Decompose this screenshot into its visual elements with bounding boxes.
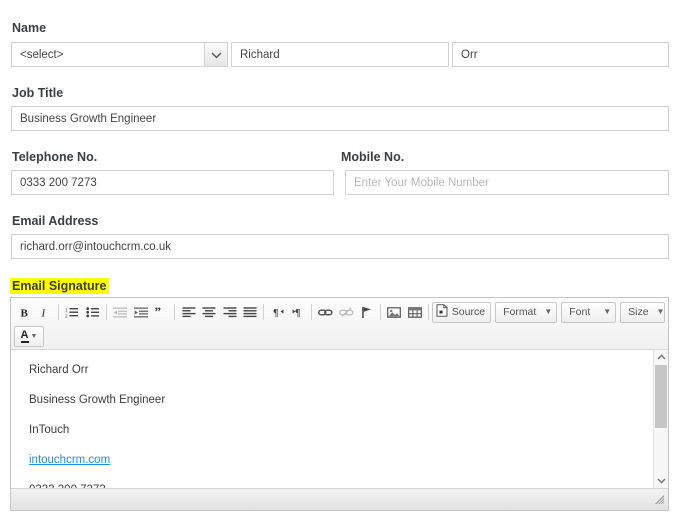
chevron-up-icon[interactable] <box>654 350 668 365</box>
svg-text:2: 2 <box>65 313 68 318</box>
last-name-input[interactable] <box>452 42 669 67</box>
signature-line: intouchcrm.com <box>29 454 653 467</box>
numbered-list-icon[interactable]: 1 2 <box>62 302 83 322</box>
telephone-label: Telephone No. <box>12 150 98 164</box>
editor-status-bar <box>11 488 668 510</box>
email-address-input[interactable] <box>11 234 669 259</box>
table-icon[interactable] <box>404 302 425 322</box>
job-title-label: Job Title <box>12 86 64 100</box>
svg-text:I: I <box>41 307 47 319</box>
mobile-input[interactable] <box>345 170 669 195</box>
editor-vertical-scrollbar[interactable] <box>653 350 668 488</box>
telephone-input[interactable] <box>11 170 334 195</box>
unlink-icon[interactable] <box>336 302 357 322</box>
chevron-down-icon[interactable] <box>204 43 227 66</box>
text-direction-ltr-icon[interactable]: ¶ <box>267 302 288 322</box>
signature-line: Business Growth Engineer <box>29 394 166 406</box>
format-dropdown-label: Format <box>503 306 537 318</box>
anchor-icon[interactable] <box>356 302 377 322</box>
svg-text:¶: ¶ <box>295 308 300 319</box>
format-dropdown[interactable]: Format ▼ <box>495 301 558 323</box>
signature-website-link[interactable]: intouchcrm.com <box>29 454 110 466</box>
editor-body: Richard Orr Business Growth Engineer InT… <box>11 350 668 488</box>
email-signature-label: Email Signature <box>10 278 110 294</box>
toolbar-separator <box>427 304 429 320</box>
scrollbar-thumb[interactable] <box>655 365 667 428</box>
first-name-input[interactable] <box>231 42 449 67</box>
svg-text:”: ” <box>155 306 162 319</box>
toolbar-separator <box>263 304 265 320</box>
signature-rich-text-editor: B I 1 2 ” ¶ ¶ ◉ Source Format ▼ Font ▼ S… <box>10 297 669 511</box>
chevron-down-icon: ▼ <box>544 307 553 316</box>
name-label: Name <box>12 21 47 35</box>
font-dropdown[interactable]: Font ▼ <box>561 301 617 323</box>
italic-icon[interactable]: I <box>35 302 56 322</box>
svg-text:¶: ¶ <box>273 308 278 319</box>
size-dropdown-label: Size <box>628 306 649 318</box>
toolbar-row-secondary: A ▼ <box>14 325 665 347</box>
align-center-icon[interactable] <box>199 302 220 322</box>
title-select-value: <select> <box>20 48 64 61</box>
mobile-label: Mobile No. <box>341 150 405 164</box>
justify-icon[interactable] <box>240 302 261 322</box>
title-select[interactable]: <select> <box>11 42 228 67</box>
svg-text:◉: ◉ <box>438 309 443 315</box>
toolbar-separator <box>105 304 107 320</box>
job-title-input[interactable] <box>11 106 669 131</box>
text-color-button-label: A <box>20 328 29 343</box>
toolbar-separator <box>379 304 381 320</box>
source-icon: ◉ <box>436 304 448 320</box>
source-button-label: Source <box>451 306 486 318</box>
link-icon[interactable] <box>315 302 336 322</box>
text-direction-rtl-icon[interactable]: ¶ <box>288 302 309 322</box>
outdent-icon[interactable] <box>110 302 131 322</box>
signature-line: Richard Orr <box>29 364 89 376</box>
svg-text:B: B <box>20 307 28 319</box>
bold-icon[interactable]: B <box>14 302 35 322</box>
profile-settings-form: Name <select> Job Title Telephone No. Mo… <box>0 0 680 521</box>
chevron-down-icon: ▼ <box>603 307 612 316</box>
blockquote-icon[interactable]: ” <box>151 302 172 322</box>
text-color-button[interactable]: A ▼ <box>14 325 44 347</box>
editor-toolbar: B I 1 2 ” ¶ ¶ ◉ Source Format ▼ Font ▼ S… <box>11 298 668 350</box>
indent-icon[interactable] <box>130 302 151 322</box>
align-right-icon[interactable] <box>219 302 240 322</box>
signature-line: InTouch <box>29 424 70 436</box>
toolbar-row-primary: B I 1 2 ” ¶ ¶ ◉ Source Format ▼ Font ▼ S… <box>14 301 666 323</box>
toolbar-separator <box>58 304 59 320</box>
source-button[interactable]: ◉ Source <box>431 301 492 323</box>
chevron-down-icon: ▼ <box>30 332 38 340</box>
scrollbar-track[interactable] <box>654 365 668 473</box>
chevron-down-icon[interactable] <box>654 473 668 488</box>
chevron-down-icon: ▼ <box>656 307 665 316</box>
align-left-icon[interactable] <box>178 302 199 322</box>
size-dropdown[interactable]: Size ▼ <box>620 301 666 323</box>
toolbar-separator <box>174 304 176 320</box>
font-dropdown-label: Font <box>569 306 591 318</box>
image-icon[interactable] <box>384 302 405 322</box>
signature-content[interactable]: Richard Orr Business Growth Engineer InT… <box>11 350 653 488</box>
svg-text:1: 1 <box>65 307 68 312</box>
email-address-label: Email Address <box>12 214 99 228</box>
bulleted-list-icon[interactable] <box>82 302 103 322</box>
toolbar-separator <box>311 304 313 320</box>
resize-grip-icon[interactable] <box>654 494 665 508</box>
